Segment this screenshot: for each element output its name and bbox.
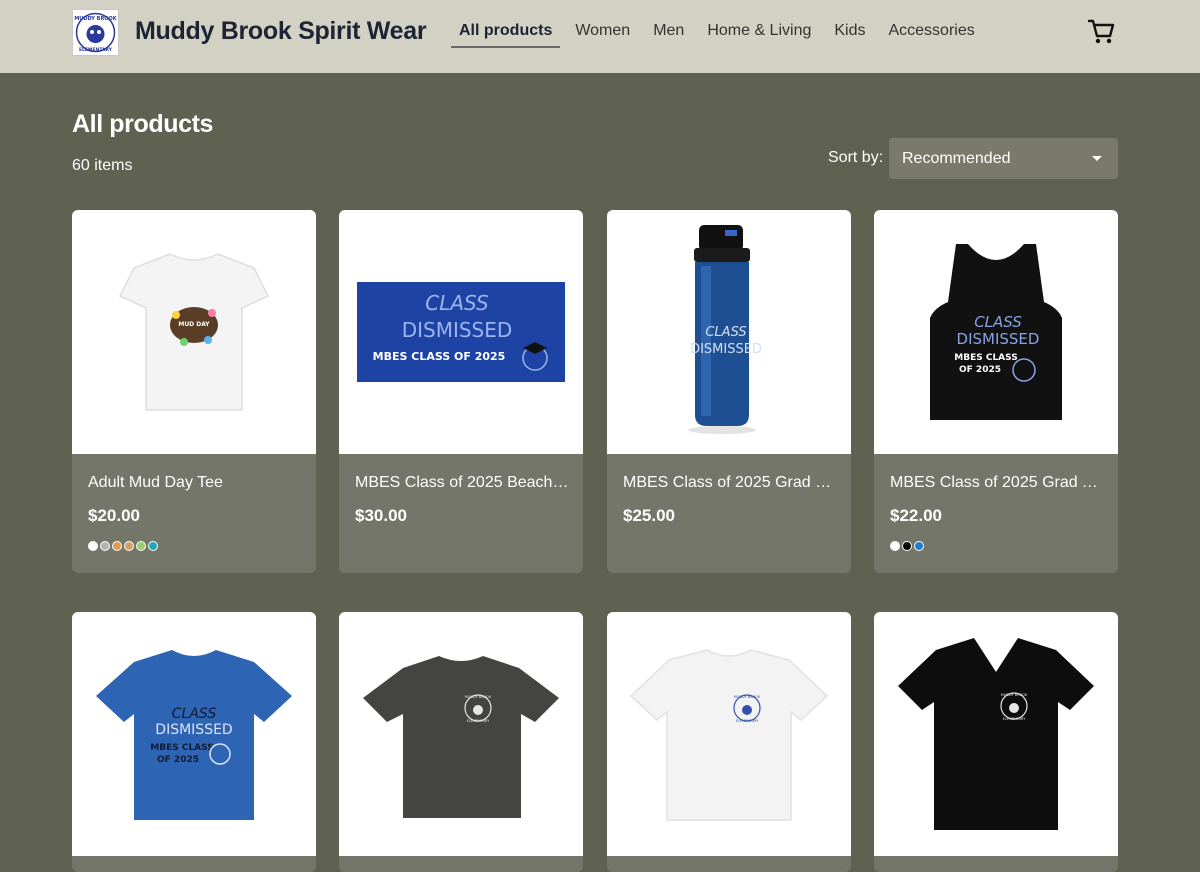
product-image[interactable]: MUDDY BROOK ELEMENTARY [339, 612, 583, 856]
svg-text:MUDDY BROOK: MUDDY BROOK [465, 695, 492, 699]
color-swatch-white[interactable] [88, 541, 98, 551]
product-name[interactable]: MBES Class of 2025 Beach T... [355, 474, 569, 492]
color-swatch-tan[interactable] [124, 541, 134, 551]
color-swatch-orange[interactable] [112, 541, 122, 551]
product-card[interactable]: MUDDY BROOK ELEMENTARY [874, 612, 1118, 872]
site-header: MUDDY BROOK ELEMENTARY Muddy Brook Spiri… [0, 0, 1200, 73]
svg-text:MBES CLASS OF 2025: MBES CLASS OF 2025 [373, 350, 506, 363]
cart-icon[interactable] [1086, 16, 1116, 46]
page-title: All products [72, 110, 214, 138]
product-card[interactable]: MUD DAY Adult Mud Day Tee $20.00 [72, 210, 316, 573]
main-nav: All products Women Men Home & Living Kid… [451, 0, 990, 73]
nav-item-home-living[interactable]: Home & Living [699, 0, 819, 48]
product-price: $30.00 [355, 506, 407, 525]
product-card[interactable]: CLASS DISMISSED MBES Class of 2025 Grad … [607, 210, 851, 573]
product-card[interactable]: CLASS DISMISSED MBES CLASS OF 2025 MBES … [339, 210, 583, 573]
color-swatch-blue[interactable] [914, 541, 924, 551]
svg-text:CLASS: CLASS [974, 313, 1022, 331]
svg-text:OF 2025: OF 2025 [959, 365, 1001, 375]
svg-text:MUDDY BROOK: MUDDY BROOK [734, 695, 761, 699]
product-card[interactable]: MUDDY BROOK ELEMENTARY [607, 612, 851, 872]
product-price: $25.00 [623, 506, 675, 525]
svg-text:OF 2025: OF 2025 [157, 755, 199, 765]
svg-text:DISMISSED: DISMISSED [155, 722, 232, 738]
product-image[interactable]: MUD DAY [72, 210, 316, 454]
store-name[interactable]: Muddy Brook Spirit Wear [135, 17, 427, 46]
svg-text:MBES CLASS: MBES CLASS [954, 353, 1017, 363]
color-swatches [890, 541, 926, 551]
product-image[interactable]: CLASS DISMISSED MBES CLASS OF 2025 [72, 612, 316, 856]
sort-dropdown[interactable]: Recommended [889, 138, 1118, 179]
product-price: $20.00 [88, 506, 140, 525]
svg-text:MBES CLASS: MBES CLASS [150, 743, 213, 753]
svg-text:CLASS: CLASS [705, 325, 746, 340]
product-image[interactable]: MUDDY BROOK ELEMENTARY [874, 612, 1118, 856]
nav-item-women[interactable]: Women [567, 0, 638, 48]
svg-text:ELEMENTARY: ELEMENTARY [467, 719, 491, 723]
product-card[interactable]: MUDDY BROOK ELEMENTARY [339, 612, 583, 872]
color-swatch-teal[interactable] [148, 541, 158, 551]
chevron-down-icon [1092, 156, 1102, 161]
product-name[interactable]: Adult Mud Day Tee [88, 474, 302, 492]
svg-text:DISMISSED: DISMISSED [690, 342, 762, 357]
nav-item-men[interactable]: Men [645, 0, 692, 48]
color-swatch-gray[interactable] [100, 541, 110, 551]
svg-text:CLASS: CLASS [172, 706, 217, 722]
product-name[interactable]: MBES Class of 2025 Grad Ta... [890, 474, 1104, 492]
product-image[interactable]: MUDDY BROOK ELEMENTARY [607, 612, 851, 856]
product-image[interactable]: CLASS DISMISSED MBES CLASS OF 2025 [874, 210, 1118, 454]
svg-text:DISMISSED: DISMISSED [402, 318, 513, 342]
svg-text:ELEMENTARY: ELEMENTARY [79, 47, 113, 53]
product-name[interactable]: MBES Class of 2025 Grad W... [623, 474, 837, 492]
item-count: 60 items [72, 157, 133, 174]
svg-text:CLASS: CLASS [425, 291, 489, 315]
product-image[interactable]: CLASS DISMISSED [607, 210, 851, 454]
product-price: $22.00 [890, 506, 942, 525]
color-swatch-black[interactable] [902, 541, 912, 551]
color-swatch-white[interactable] [890, 541, 900, 551]
color-swatches [88, 541, 160, 551]
svg-text:MUDDY BROOK: MUDDY BROOK [1001, 693, 1028, 697]
svg-text:MUDDY BROOK: MUDDY BROOK [74, 16, 117, 22]
sort-label: Sort by: [828, 149, 884, 166]
store-logo[interactable]: MUDDY BROOK ELEMENTARY [72, 9, 119, 56]
product-card[interactable]: CLASS DISMISSED MBES CLASS OF 2025 MBES … [874, 210, 1118, 573]
svg-text:DISMISSED: DISMISSED [957, 330, 1040, 348]
sort-value: Recommended [902, 150, 1011, 167]
svg-text:ELEMENTARY: ELEMENTARY [1003, 717, 1027, 721]
nav-item-all-products[interactable]: All products [451, 0, 561, 48]
nav-item-kids[interactable]: Kids [826, 0, 873, 48]
color-swatch-green[interactable] [136, 541, 146, 551]
nav-item-accessories[interactable]: Accessories [880, 0, 982, 48]
product-card[interactable]: CLASS DISMISSED MBES CLASS OF 2025 [72, 612, 316, 872]
svg-text:ELEMENTARY: ELEMENTARY [736, 719, 760, 723]
svg-text:MUD DAY: MUD DAY [178, 321, 210, 328]
product-image[interactable]: CLASS DISMISSED MBES CLASS OF 2025 [339, 210, 583, 454]
